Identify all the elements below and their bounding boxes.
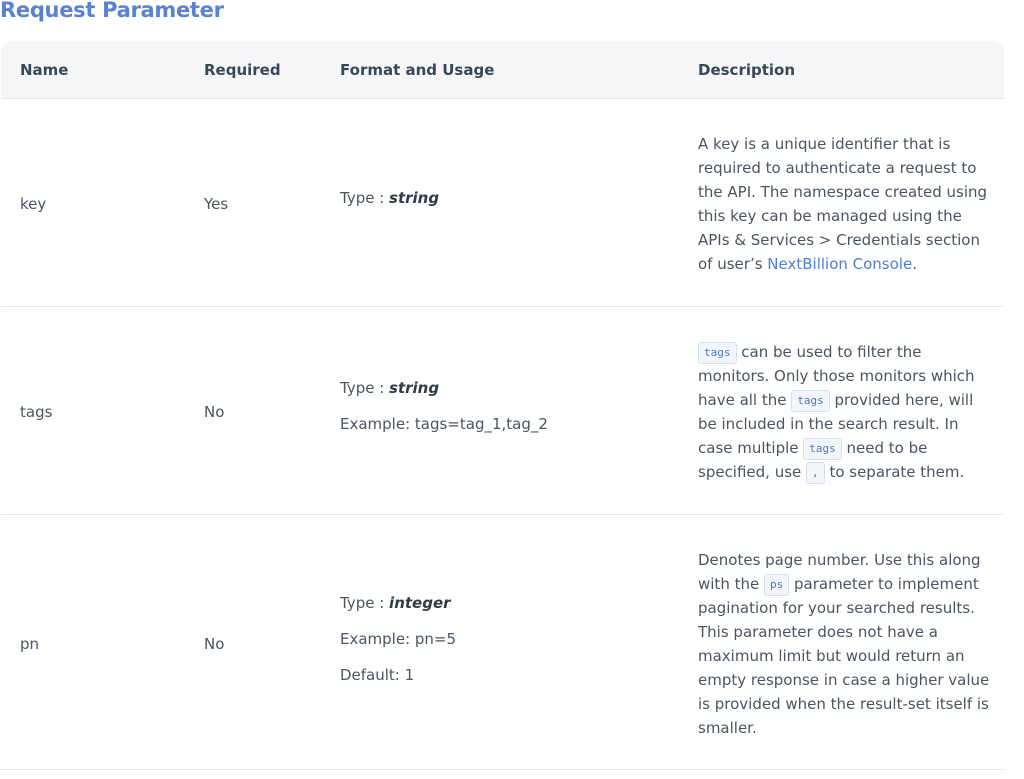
code-ps: ps — [763, 574, 790, 596]
page: Request Parameter Name Required Format a… — [0, 0, 1024, 779]
type-value: string — [389, 189, 440, 207]
type-line: Type : string — [340, 188, 439, 224]
nextbillion-console-link[interactable]: NextBillion Console — [767, 255, 912, 273]
example-line: Example: pn=5 — [340, 630, 457, 648]
table-row-key: key Yes Type : string A key is a unique … — [1, 99, 1004, 307]
code-tags: tags — [698, 342, 737, 364]
param-format: Type : string — [340, 188, 439, 224]
code-comma: , — [806, 462, 825, 484]
table-row-tags: tags No Type : string Example: tags=tag_… — [1, 307, 1004, 515]
header-name: Name — [20, 61, 69, 79]
table-row-pn: pn No Type : integer Example: pn=5 Defau… — [1, 515, 1004, 770]
type-label: Type : — [340, 379, 390, 397]
parameters-table: Name Required Format and Usage Descripti… — [1, 41, 1004, 770]
type-label: Type : — [340, 189, 390, 207]
header-required: Required — [204, 61, 281, 79]
default-line: Default: 1 — [340, 666, 415, 684]
code-tags: tags — [791, 390, 830, 412]
code-tags: tags — [803, 438, 842, 460]
type-value: integer — [389, 594, 451, 612]
desc-text: to separate them. — [824, 463, 965, 481]
param-required: Yes — [204, 195, 229, 213]
example-line: Example: tags=tag_1,tag_2 — [340, 415, 548, 433]
type-label: Type : — [340, 594, 390, 612]
desc-text: parameter to implement pagination for yo… — [698, 575, 990, 737]
table-header: Name Required Format and Usage Descripti… — [1, 41, 1004, 99]
header-description: Description — [698, 61, 796, 79]
type-value: string — [389, 379, 440, 397]
param-name: tags — [20, 403, 53, 421]
param-description: tags can be used to filter the monitors.… — [698, 340, 994, 484]
header-format: Format and Usage — [340, 61, 495, 79]
param-description: Denotes page number. Use this along with… — [698, 548, 994, 740]
param-required: No — [204, 635, 225, 653]
param-format: Type : string Example: tags=tag_1,tag_2 — [340, 378, 548, 450]
param-name: key — [20, 195, 47, 213]
type-line: Type : integer — [340, 593, 456, 629]
desc-end: . — [912, 255, 917, 273]
param-description: A key is a unique identifier that is req… — [698, 132, 994, 276]
section-title: Request Parameter — [0, 0, 224, 22]
type-line: Type : string — [340, 378, 548, 414]
param-format: Type : integer Example: pn=5 Default: 1 — [340, 593, 456, 701]
param-name: pn — [20, 635, 40, 653]
desc-text: A key is a unique identifier that is req… — [698, 135, 988, 273]
param-required: No — [204, 403, 225, 421]
